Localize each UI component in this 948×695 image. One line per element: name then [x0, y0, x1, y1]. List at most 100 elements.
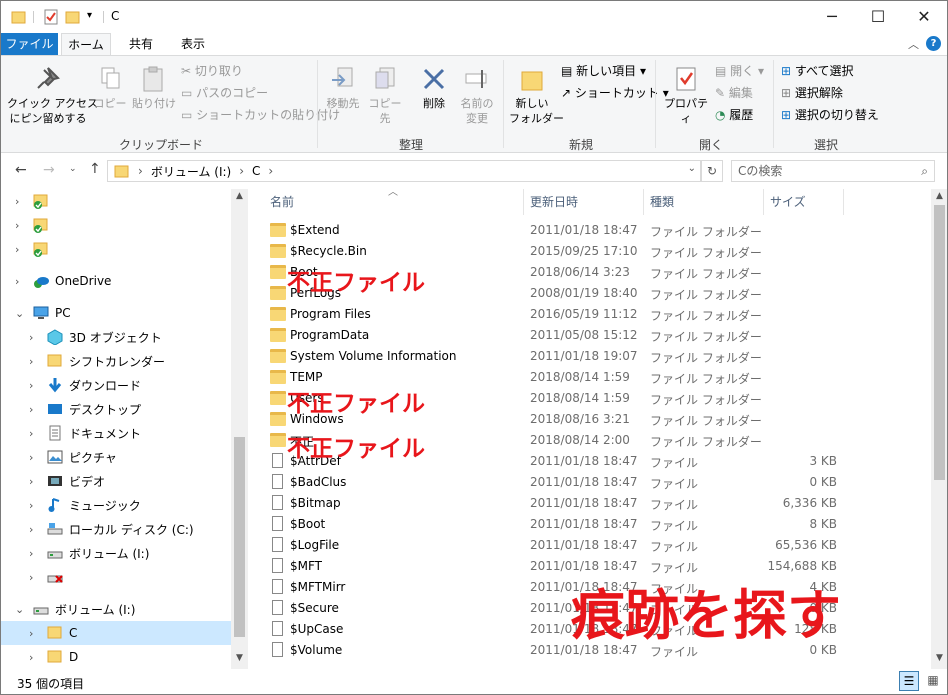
file-row[interactable]: $LogFile 2011/01/18 18:47 ファイル 65,536 KB	[248, 535, 931, 556]
chevron-right-icon[interactable]: ›	[29, 379, 33, 392]
column-header-name[interactable]: 名前	[270, 189, 294, 215]
forward-icon[interactable]: →	[43, 162, 55, 178]
file-row[interactable]: $Recycle.Bin 2015/09/25 17:10 ファイル フォルダー	[248, 241, 931, 262]
chevron-right-icon[interactable]: ›	[29, 403, 33, 416]
column-separator[interactable]	[523, 189, 524, 215]
copy-to-button[interactable]: コピー先	[365, 66, 405, 126]
move-to-button[interactable]: 移動先	[323, 66, 363, 111]
copy-path-button[interactable]: ▭ パスのコピー	[181, 86, 268, 101]
file-row[interactable]: $Extend 2011/01/18 18:47 ファイル フォルダー	[248, 220, 931, 241]
nav-item[interactable]: › ミュージック	[1, 493, 231, 517]
minimize-button[interactable]: ─	[809, 1, 855, 31]
file-row[interactable]: System Volume Information 2011/01/18 19:0…	[248, 346, 931, 367]
scroll-up-icon[interactable]: ▲	[231, 191, 248, 201]
scroll-down-icon[interactable]: ▼	[931, 653, 947, 663]
nav-item[interactable]: ⌄ PC	[1, 301, 231, 325]
scroll-up-icon[interactable]: ▲	[931, 191, 947, 201]
chevron-right-icon[interactable]: ›	[15, 219, 19, 232]
nav-item[interactable]: ›	[1, 189, 231, 213]
nav-item[interactable]: ⌄ ボリューム (I:)	[1, 597, 231, 621]
chevron-right-icon[interactable]: ›	[15, 243, 19, 256]
chevron-right-icon[interactable]: ›	[29, 651, 33, 664]
address-dropdown-icon[interactable]: ⌄	[688, 163, 696, 174]
paste-button[interactable]: 貼り付け	[131, 66, 177, 111]
chevron-right-icon[interactable]: ›	[29, 475, 33, 488]
chevron-down-icon[interactable]: ⌄	[15, 307, 24, 320]
nav-item[interactable]: › シフトカレンダー	[1, 349, 231, 373]
select-none-button[interactable]: ⊞ 選択解除	[781, 86, 843, 101]
chevron-right-icon[interactable]: ›	[29, 627, 33, 640]
nav-item[interactable]: › ダウンロード	[1, 373, 231, 397]
large-icons-view-icon[interactable]: ▦	[923, 671, 943, 691]
file-row[interactable]: ProgramData 2011/05/08 15:12 ファイル フォルダー	[248, 325, 931, 346]
nav-item[interactable]: › C	[1, 621, 231, 645]
chevron-right-icon[interactable]: ›	[29, 355, 33, 368]
file-row[interactable]: $Bitmap 2011/01/18 18:47 ファイル 6,336 KB	[248, 493, 931, 514]
column-separator[interactable]	[643, 189, 644, 215]
nav-item[interactable]: ›	[1, 213, 231, 237]
column-header-date[interactable]: 更新日時	[530, 189, 578, 215]
new-item-button[interactable]: ▤ 新しい項目 ▾	[561, 64, 646, 79]
nav-item[interactable]: › ピクチャ	[1, 445, 231, 469]
nav-item[interactable]: › ビデオ	[1, 469, 231, 493]
chevron-right-icon[interactable]: ›	[29, 499, 33, 512]
copy-button[interactable]: コピー	[93, 66, 127, 111]
nav-item[interactable]: › デスクトップ	[1, 397, 231, 421]
chevron-right-icon[interactable]: ›	[29, 547, 33, 560]
properties-qa-icon[interactable]	[43, 9, 59, 25]
properties-button[interactable]: プロパティ	[661, 66, 711, 126]
qa-dropdown-icon[interactable]: ▾	[87, 10, 92, 26]
nav-item[interactable]: ›	[1, 565, 231, 589]
tab-home[interactable]: ホーム	[61, 33, 111, 55]
nav-item[interactable]: › ローカル ディスク (C:)	[1, 517, 231, 541]
nav-item[interactable]: ›	[1, 237, 231, 261]
back-icon[interactable]: ←	[15, 162, 27, 178]
collapse-ribbon-icon[interactable]: ︿	[908, 36, 919, 52]
details-view-icon[interactable]: ☰	[899, 671, 919, 691]
column-separator[interactable]	[843, 189, 844, 215]
nav-scroll-thumb[interactable]	[234, 437, 245, 637]
tab-file[interactable]: ファイル	[1, 33, 58, 55]
history-button[interactable]: ◔ 履歴	[715, 108, 753, 123]
file-row[interactable]: Program Files 2016/05/19 11:12 ファイル フォルダー	[248, 304, 931, 325]
nav-item[interactable]: › OneDrive	[1, 269, 231, 293]
column-header-size[interactable]: サイズ	[770, 189, 806, 215]
tab-view[interactable]: 表示	[169, 33, 217, 55]
chevron-right-icon[interactable]: ›	[15, 195, 19, 208]
chevron-right-icon[interactable]: ›	[29, 571, 33, 584]
shortcut-button[interactable]: ↗ ショートカット ▾	[561, 86, 669, 101]
column-header-type[interactable]: 種類	[650, 189, 674, 215]
invert-selection-button[interactable]: ⊞ 選択の切り替え	[781, 108, 879, 123]
help-icon[interactable]: ?	[926, 36, 941, 51]
close-button[interactable]: ✕	[901, 1, 947, 31]
tab-share[interactable]: 共有	[117, 33, 165, 55]
nav-item[interactable]: › ドキュメント	[1, 421, 231, 445]
breadcrumb-c[interactable]: C	[252, 164, 260, 178]
nav-scrollbar[interactable]: ▲ ▼	[231, 189, 248, 669]
up-icon[interactable]: ↑	[89, 161, 101, 177]
chevron-right-icon[interactable]: ›	[15, 275, 19, 288]
file-scroll-thumb[interactable]	[934, 205, 945, 480]
open-button[interactable]: ▤ 開く ▾	[715, 64, 764, 79]
file-list-scrollbar[interactable]: ▲ ▼	[931, 189, 947, 669]
recent-dropdown-icon[interactable]: ⌄	[69, 164, 77, 174]
new-folder-button[interactable]: 新しい フォルダー	[509, 66, 564, 126]
address-box[interactable]: › ボリューム (I:) › C › ⌄	[107, 160, 701, 182]
edit-button[interactable]: ✎ 編集	[715, 86, 753, 101]
chevron-right-icon[interactable]: ›	[29, 523, 33, 536]
new-folder-qa-icon[interactable]	[65, 9, 81, 25]
file-row[interactable]: $Boot 2011/01/18 18:47 ファイル 8 KB	[248, 514, 931, 535]
select-all-button[interactable]: ⊞ すべて選択	[781, 64, 854, 79]
chevron-right-icon[interactable]: ›	[29, 451, 33, 464]
delete-button[interactable]: 削除	[417, 66, 451, 111]
file-row[interactable]: $BadClus 2011/01/18 18:47 ファイル 0 KB	[248, 472, 931, 493]
refresh-icon[interactable]: ↻	[701, 160, 723, 182]
maximize-button[interactable]: ☐	[855, 1, 901, 31]
rename-button[interactable]: 名前の 変更	[457, 66, 497, 126]
chevron-right-icon[interactable]: ›	[29, 427, 33, 440]
column-separator[interactable]	[763, 189, 764, 215]
chevron-down-icon[interactable]: ⌄	[15, 603, 24, 616]
chevron-right-icon[interactable]: ›	[29, 331, 33, 344]
breadcrumb-volume[interactable]: ボリューム (I:)	[151, 163, 231, 180]
scroll-down-icon[interactable]: ▼	[231, 653, 248, 663]
